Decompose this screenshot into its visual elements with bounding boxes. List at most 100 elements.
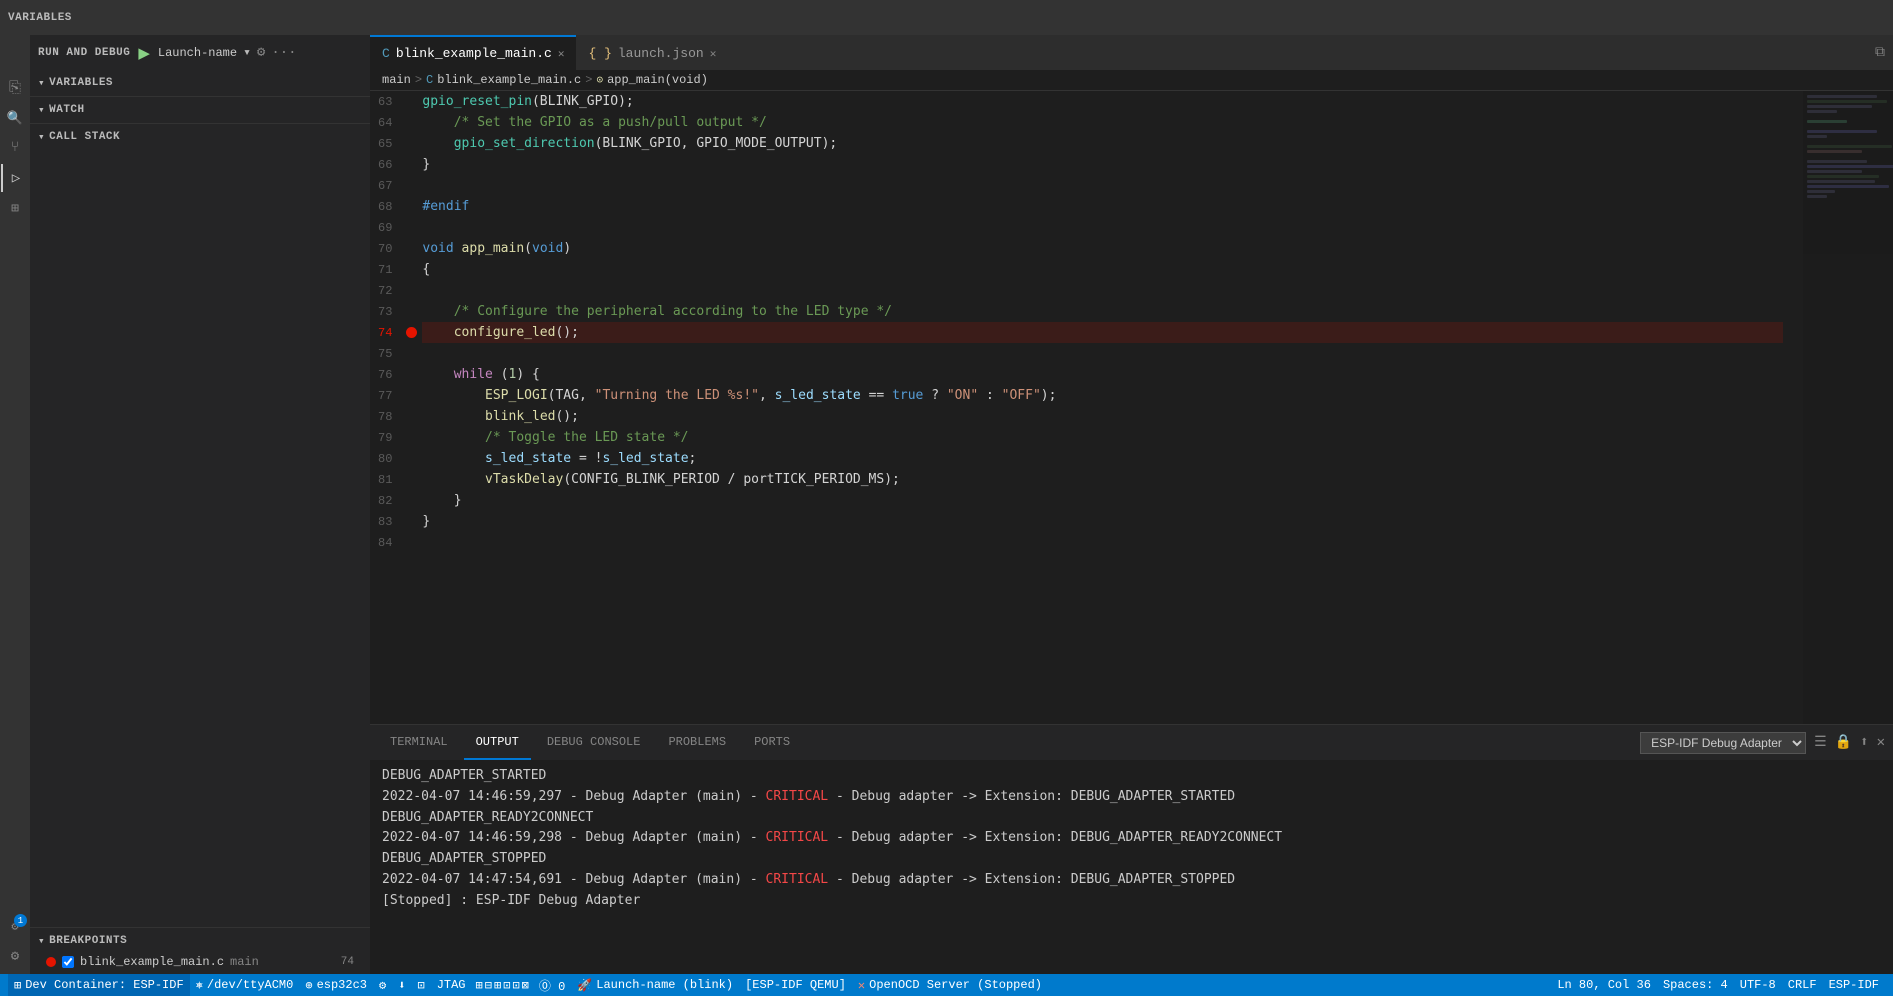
- call-stack-chevron: ▾: [38, 130, 45, 144]
- code-line-83: }: [422, 511, 1783, 532]
- status-flash[interactable]: ⬇: [392, 974, 411, 996]
- spaces-label: Spaces: 4: [1663, 978, 1728, 992]
- status-language[interactable]: ESP-IDF: [1823, 974, 1885, 996]
- launch-label: Launch-name (blink): [596, 978, 733, 992]
- breadcrumb-main[interactable]: main: [382, 73, 411, 87]
- status-container[interactable]: ⊞ Dev Container: ESP-IDF: [8, 974, 190, 996]
- tab-output[interactable]: OUTPUT: [464, 725, 531, 760]
- code-line-67: [422, 175, 1783, 196]
- tab-problems[interactable]: PROBLEMS: [656, 725, 738, 760]
- activity-explorer[interactable]: ⎘: [1, 74, 29, 102]
- tab-terminal[interactable]: TERMINAL: [378, 725, 460, 760]
- openocd-error-icon: ✕: [858, 978, 865, 993]
- status-eol[interactable]: CRLF: [1782, 974, 1823, 996]
- tab-close-launch[interactable]: ✕: [710, 47, 717, 61]
- breakpoint-checkbox[interactable]: [62, 956, 74, 968]
- status-spaces[interactable]: Spaces: 4: [1657, 974, 1734, 996]
- code-line-69: [422, 217, 1783, 238]
- status-errors[interactable]: ⓪ 0: [533, 974, 571, 996]
- code-line-79: /* Toggle the LED state */: [422, 427, 1783, 448]
- status-monitor[interactable]: ⊡: [411, 974, 430, 996]
- gear-icon[interactable]: ⚙: [257, 44, 265, 61]
- code-line-76: while (1) {: [422, 364, 1783, 385]
- status-jtag[interactable]: JTAG: [431, 974, 472, 996]
- call-stack-header[interactable]: ▾ CALL STACK: [30, 126, 370, 148]
- run-debug-button[interactable]: ▶: [136, 44, 152, 62]
- breakpoints-chevron: ▾: [38, 934, 45, 948]
- tab-debug-console[interactable]: DEBUG CONSOLE: [535, 725, 653, 760]
- activity-bar: ⎘ 🔍 ⑂ ▷ ⊞ ⚙ 1 ⚙: [0, 70, 30, 974]
- status-chip[interactable]: ⊕ esp32c3: [299, 974, 373, 996]
- output-line-6: 2022-04-07 14:47:54,691 - Debug Adapter …: [382, 870, 1881, 891]
- c-file-icon: C: [382, 46, 390, 61]
- tab-close-blink[interactable]: ✕: [558, 47, 565, 61]
- code-line-73: /* Configure the peripheral according to…: [422, 301, 1783, 322]
- activity-extensions[interactable]: ⊞: [1, 194, 29, 222]
- code-line-77: ESP_LOGI(TAG, "Turning the LED %s!", s_l…: [422, 385, 1783, 406]
- notification-badge: 1: [14, 914, 27, 927]
- code-content[interactable]: gpio_reset_pin(BLINK_GPIO); /* Set the G…: [422, 91, 1803, 724]
- tab-ports[interactable]: PORTS: [742, 725, 802, 760]
- breakpoints-header[interactable]: ▾ BREAKPOINTS: [30, 930, 370, 952]
- status-device[interactable]: ⎈ /dev/ttyACM0: [190, 974, 300, 996]
- container-label: Dev Container: ESP-IDF: [25, 978, 183, 992]
- activity-search[interactable]: 🔍: [1, 104, 29, 132]
- monitor-icon: ⊡: [417, 978, 424, 993]
- code-line-71: {: [422, 259, 1783, 280]
- status-launch[interactable]: 🚀 Launch-name (blink): [571, 974, 739, 996]
- device-label: /dev/ttyACM0: [207, 978, 293, 992]
- line-numbers: 63 64 65 66 67 68 69 70 71 72 73 74 75 7…: [370, 91, 404, 724]
- status-icon4: ⊡: [503, 978, 510, 993]
- code-line-80: s_led_state = !s_led_state;: [422, 448, 1783, 469]
- status-icon6: ⊠: [522, 978, 529, 993]
- chip-label: esp32c3: [317, 978, 367, 992]
- panel-action-close[interactable]: ✕: [1877, 734, 1885, 751]
- panel-action-lock[interactable]: 🔒: [1835, 734, 1852, 751]
- activity-run[interactable]: ▷: [1, 164, 29, 192]
- status-icons-group[interactable]: ⊞ ⊟ ⊞ ⊡ ⊡ ⊠: [472, 974, 533, 996]
- tab-label-launch: launch.json: [618, 46, 704, 61]
- activity-settings[interactable]: ⚙: [1, 942, 29, 970]
- code-line-74: configure_led();: [422, 322, 1783, 343]
- panel-action-maximize[interactable]: ⬆: [1860, 734, 1868, 751]
- breadcrumb-function[interactable]: app_main(void): [607, 73, 708, 87]
- adapter-select[interactable]: ESP-IDF Debug Adapter: [1640, 732, 1806, 754]
- minimap: [1803, 91, 1893, 724]
- run-debug-label: VARIABLES: [8, 12, 72, 24]
- launch-chevron[interactable]: ▾: [243, 45, 251, 60]
- errors-label: ⓪ 0: [539, 977, 565, 994]
- tab-launch-json[interactable]: { } launch.json ✕: [576, 35, 728, 70]
- code-line-70: void app_main(void): [422, 238, 1783, 259]
- qemu-label: [ESP-IDF QEMU]: [745, 978, 846, 992]
- status-openocd[interactable]: ✕ OpenOCD Server (Stopped): [852, 974, 1048, 996]
- sidebar-panel: ▾ VARIABLES ▾ WATCH ▾ CALL STACK: [30, 70, 370, 974]
- split-editor-icon[interactable]: ⧉: [1875, 45, 1885, 61]
- remote-icon: ⊞: [14, 978, 21, 993]
- output-line-4: 2022-04-07 14:46:59,298 - Debug Adapter …: [382, 828, 1881, 849]
- variables-header[interactable]: ▾ VARIABLES: [30, 72, 370, 94]
- build-icon: ⚙: [379, 978, 386, 993]
- activity-source-control[interactable]: ⑂: [1, 134, 29, 162]
- more-actions-icon[interactable]: ···: [271, 45, 296, 61]
- panel-output-content: DEBUG_ADAPTER_STARTED 2022-04-07 14:46:5…: [370, 760, 1893, 974]
- status-encoding[interactable]: UTF-8: [1734, 974, 1782, 996]
- watch-chevron: ▾: [38, 103, 45, 117]
- breakpoint-marker: [406, 327, 417, 338]
- watch-label: WATCH: [49, 104, 85, 116]
- eol-label: CRLF: [1788, 978, 1817, 992]
- panel-action-list[interactable]: ☰: [1814, 734, 1827, 751]
- code-line-84: [422, 532, 1783, 553]
- run-debug-title: RUN AND DEBUG: [38, 47, 130, 59]
- json-file-icon: { }: [588, 46, 611, 61]
- device-icon: ⎈: [196, 978, 203, 993]
- breakpoint-item[interactable]: blink_example_main.c main 74: [30, 952, 370, 972]
- breadcrumb-file-icon: C: [426, 73, 433, 87]
- tab-blink-main[interactable]: C blink_example_main.c ✕: [370, 35, 576, 70]
- watch-header[interactable]: ▾ WATCH: [30, 99, 370, 121]
- status-position[interactable]: Ln 80, Col 36: [1551, 974, 1657, 996]
- status-qemu[interactable]: [ESP-IDF QEMU]: [739, 974, 852, 996]
- status-build[interactable]: ⚙: [373, 974, 392, 996]
- activity-remote[interactable]: ⚙ 1: [1, 912, 29, 940]
- breadcrumb-file[interactable]: blink_example_main.c: [437, 73, 581, 87]
- breakpoint-dot: [46, 957, 56, 967]
